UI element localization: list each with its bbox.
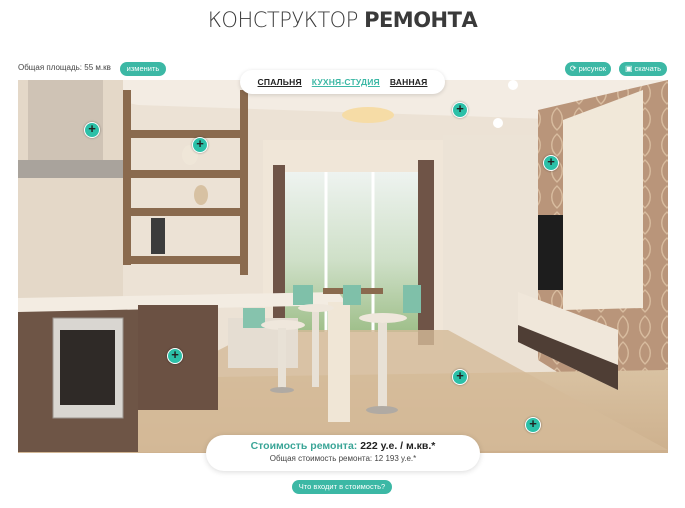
title-bold: РЕМОНТА xyxy=(364,8,478,32)
hotspot-floor-right[interactable]: + xyxy=(525,417,541,433)
hotspot-kitchen-cabinets[interactable]: + xyxy=(167,348,183,364)
total-price-value: 12 193 у.е.* xyxy=(374,454,417,463)
page-title: КОНСТРУКТОР РЕМОНТА xyxy=(0,8,685,32)
hotspot-shelving[interactable]: + xyxy=(192,137,208,153)
price-value: 222 у.е. / м.кв.* xyxy=(360,440,436,452)
total-price: Общая стоимость ремонта: 12 193 у.е.* xyxy=(206,454,480,463)
price-per-sqm: Стоимость ремонта: 222 у.е. / м.кв.* xyxy=(206,440,480,452)
hotspot-kitchen-wall[interactable]: + xyxy=(84,122,100,138)
snapshot-button-label: скачать xyxy=(634,64,662,73)
tab-bedroom[interactable]: СПАЛЬНЯ xyxy=(258,77,302,87)
snapshot-button[interactable]: ▣ скачать xyxy=(619,62,667,76)
tab-kitchen-studio[interactable]: КУХНЯ-СТУДИЯ xyxy=(312,77,380,87)
room-scene: + + + + + + + xyxy=(18,80,668,453)
change-area-button[interactable]: изменить xyxy=(120,62,166,76)
draw-button-label: рисунок xyxy=(578,64,607,73)
image-icon: ▣ xyxy=(624,64,633,73)
total-price-label: Общая стоимость ремонта: xyxy=(269,454,373,463)
price-panel: Стоимость ремонта: 222 у.е. / м.кв.* Общ… xyxy=(206,435,480,471)
room-illustration xyxy=(18,80,668,453)
hotspot-floor[interactable]: + xyxy=(452,369,468,385)
tab-bathroom[interactable]: ВАННАЯ xyxy=(390,77,428,87)
whats-included-button[interactable]: Что входит в стоимость? xyxy=(292,480,392,494)
room-tabs: СПАЛЬНЯ КУХНЯ-СТУДИЯ ВАННАЯ xyxy=(240,70,445,94)
hotspot-right-wall[interactable]: + xyxy=(543,155,559,171)
refresh-icon: ⟳ xyxy=(569,64,577,73)
total-area-label: Общая площадь: 55 м.кв xyxy=(18,63,111,72)
draw-button[interactable]: ⟳ рисунок xyxy=(565,62,611,76)
price-label: Стоимость ремонта: xyxy=(250,440,358,452)
title-light: КОНСТРУКТОР xyxy=(207,8,359,32)
hotspot-ceiling[interactable]: + xyxy=(452,102,468,118)
